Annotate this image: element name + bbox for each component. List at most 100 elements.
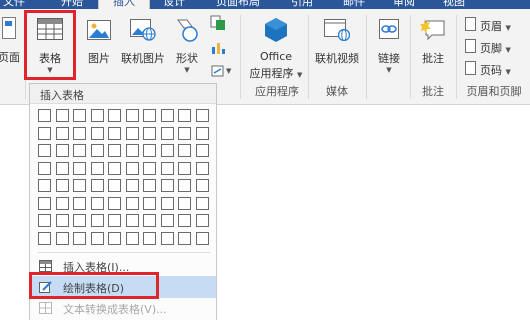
grid-cell[interactable] (178, 214, 191, 227)
grid-cell[interactable] (161, 109, 174, 122)
grid-cell[interactable] (108, 197, 121, 210)
tab-review[interactable]: 审阅 (380, 0, 428, 9)
grid-cell[interactable] (108, 109, 121, 122)
tab-view[interactable]: 视图 (430, 0, 478, 9)
chart-button[interactable] (207, 39, 229, 57)
grid-cell[interactable] (196, 197, 209, 210)
grid-cell[interactable] (38, 179, 51, 192)
grid-cell[interactable] (196, 127, 209, 140)
header-button[interactable]: 页眉 ▼ (462, 15, 530, 35)
grid-cell[interactable] (56, 109, 69, 122)
page-button[interactable]: 页面 (0, 11, 22, 81)
grid-cell[interactable] (108, 179, 121, 192)
grid-cell[interactable] (73, 127, 86, 140)
grid-cell[interactable] (178, 162, 191, 175)
grid-cell[interactable] (126, 179, 139, 192)
office-apps-button[interactable]: Office 应用程序 ▼ (246, 11, 306, 81)
grid-cell[interactable] (38, 214, 51, 227)
grid-cell[interactable] (91, 214, 104, 227)
grid-cell[interactable] (143, 109, 156, 122)
grid-cell[interactable] (73, 162, 86, 175)
grid-cell[interactable] (161, 214, 174, 227)
tab-design[interactable]: 设计 (150, 0, 198, 9)
grid-cell[interactable] (38, 109, 51, 122)
grid-cell[interactable] (126, 197, 139, 210)
grid-cell[interactable] (196, 144, 209, 157)
grid-cell[interactable] (38, 127, 51, 140)
online-video-button[interactable]: 联机视频 (311, 11, 363, 81)
grid-cell[interactable] (91, 127, 104, 140)
smartart-button[interactable] (207, 15, 229, 33)
grid-cell[interactable] (196, 162, 209, 175)
tab-insert[interactable]: 插入 (98, 0, 150, 9)
grid-cell[interactable] (143, 162, 156, 175)
grid-cell[interactable] (178, 232, 191, 245)
grid-cell[interactable] (126, 127, 139, 140)
grid-cell[interactable] (161, 162, 174, 175)
grid-cell[interactable] (161, 179, 174, 192)
grid-cell[interactable] (143, 144, 156, 157)
grid-cell[interactable] (108, 232, 121, 245)
draw-table-item[interactable]: 绘制表格(D) (31, 276, 216, 298)
comment-button[interactable]: 批注 (414, 11, 452, 81)
grid-cell[interactable] (91, 232, 104, 245)
grid-cell[interactable] (143, 214, 156, 227)
grid-cell[interactable] (178, 127, 191, 140)
text-to-table-item[interactable]: 文本转换成表格(V)... (31, 297, 216, 319)
grid-cell[interactable] (126, 109, 139, 122)
grid-cell[interactable] (196, 232, 209, 245)
grid-cell[interactable] (108, 162, 121, 175)
grid-cell[interactable] (161, 127, 174, 140)
grid-cell[interactable] (196, 109, 209, 122)
table-button[interactable]: 表格 ▼ (31, 11, 69, 81)
grid-cell[interactable] (73, 109, 86, 122)
grid-cell[interactable] (178, 144, 191, 157)
tab-mailings[interactable]: 邮件 (330, 0, 378, 9)
grid-cell[interactable] (126, 144, 139, 157)
grid-cell[interactable] (56, 179, 69, 192)
online-picture-button[interactable]: 联机图片 (118, 11, 168, 81)
grid-cell[interactable] (143, 179, 156, 192)
grid-cell[interactable] (126, 232, 139, 245)
grid-cell[interactable] (196, 179, 209, 192)
grid-cell[interactable] (108, 127, 121, 140)
grid-cell[interactable] (56, 197, 69, 210)
grid-cell[interactable] (126, 162, 139, 175)
grid-cell[interactable] (91, 144, 104, 157)
link-button[interactable]: 链接 ▼ (372, 11, 406, 81)
grid-cell[interactable] (91, 162, 104, 175)
grid-cell[interactable] (91, 179, 104, 192)
grid-cell[interactable] (73, 232, 86, 245)
grid-cell[interactable] (108, 144, 121, 157)
grid-cell[interactable] (143, 127, 156, 140)
grid-cell[interactable] (178, 179, 191, 192)
grid-cell[interactable] (143, 232, 156, 245)
grid-cell[interactable] (161, 144, 174, 157)
screenshot-button[interactable]: ▼ (207, 64, 233, 82)
tab-page-layout[interactable]: 页面布局 (200, 0, 276, 9)
tab-file[interactable]: 文件 (0, 0, 28, 9)
grid-cell[interactable] (178, 109, 191, 122)
grid-cell[interactable] (73, 214, 86, 227)
shapes-button[interactable]: 形状 ▼ (172, 11, 202, 81)
grid-cell[interactable] (38, 197, 51, 210)
grid-cell[interactable] (73, 144, 86, 157)
grid-cell[interactable] (126, 214, 139, 227)
grid-cell[interactable] (38, 232, 51, 245)
insert-table-item[interactable]: 插入表格(I)... (31, 255, 216, 277)
grid-cell[interactable] (73, 197, 86, 210)
tab-references[interactable]: 引用 (278, 0, 326, 9)
grid-cell[interactable] (91, 109, 104, 122)
grid-cell[interactable] (38, 144, 51, 157)
tab-home[interactable]: 开始 (52, 0, 92, 9)
grid-cell[interactable] (108, 214, 121, 227)
grid-cell[interactable] (143, 197, 156, 210)
footer-button[interactable]: 页脚 ▼ (462, 37, 530, 57)
grid-cell[interactable] (38, 162, 51, 175)
picture-button[interactable]: 图片 (82, 11, 116, 81)
grid-cell[interactable] (56, 214, 69, 227)
table-size-grid[interactable] (38, 109, 216, 249)
grid-cell[interactable] (56, 232, 69, 245)
grid-cell[interactable] (196, 214, 209, 227)
page-number-button[interactable]: 页码 ▼ (462, 59, 530, 79)
